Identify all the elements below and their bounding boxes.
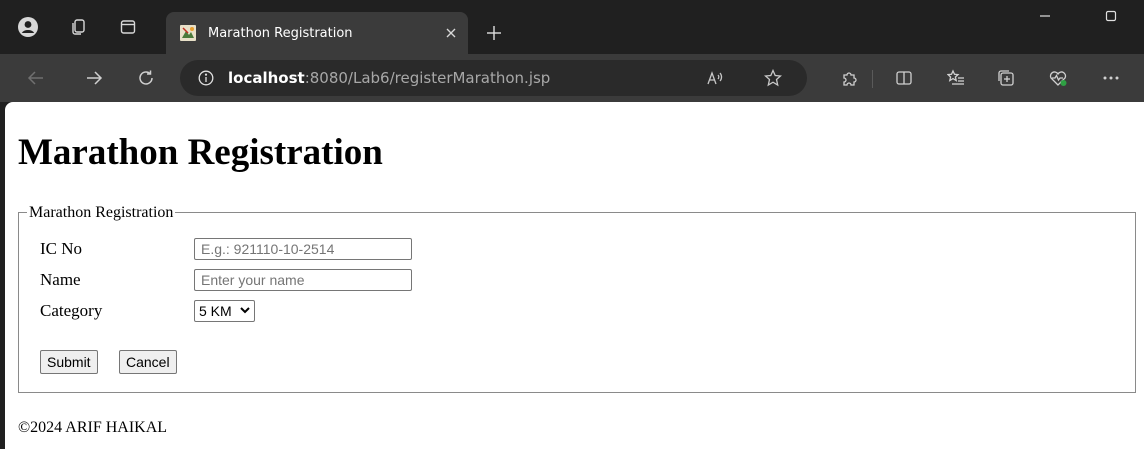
minimize-icon	[1040, 15, 1050, 17]
toolbar-separator	[872, 70, 873, 88]
favicon	[180, 25, 196, 41]
category-row: Category 5 KM	[40, 299, 255, 323]
new-tab-button[interactable]	[476, 12, 512, 54]
chevron-down-icon	[239, 306, 250, 317]
refresh-button[interactable]	[128, 62, 164, 94]
ic-no-input[interactable]	[194, 238, 412, 260]
extensions-icon	[843, 72, 857, 86]
cancel-button[interactable]: Cancel	[119, 350, 177, 374]
extensions-button[interactable]	[832, 62, 868, 94]
browser-essentials-icon	[1049, 71, 1067, 86]
more-button[interactable]	[1093, 62, 1129, 94]
favorites-icon	[947, 69, 964, 85]
refresh-icon	[139, 70, 153, 85]
profile-icon	[18, 17, 38, 37]
maximize-icon	[1105, 10, 1117, 22]
browser-essentials-button[interactable]	[1040, 62, 1076, 94]
page-content: Marathon Registration Marathon Registrat…	[5, 102, 1144, 449]
ic-no-row: IC No	[40, 237, 412, 261]
maximize-button[interactable]	[1088, 0, 1134, 32]
category-label: Category	[40, 301, 103, 320]
browser-chrome: Marathon Registration localhost:8080/Lab…	[0, 0, 1144, 102]
info-icon	[198, 70, 214, 86]
collections-button[interactable]	[988, 62, 1024, 94]
read-aloud-icon	[707, 71, 723, 85]
tab-marathon-registration[interactable]: Marathon Registration	[166, 12, 468, 54]
name-row: Name	[40, 268, 412, 292]
minimize-button[interactable]	[1022, 0, 1068, 32]
plus-icon	[487, 26, 501, 40]
name-label: Name	[40, 270, 81, 289]
address-bar[interactable]: localhost:8080/Lab6/registerMarathon.jsp	[180, 60, 807, 96]
workspaces-icon	[72, 19, 85, 35]
favorite-button[interactable]	[755, 60, 791, 96]
favorites-button[interactable]	[938, 62, 974, 94]
tab-title: Marathon Registration	[208, 25, 353, 41]
tab-bar: Marathon Registration	[0, 0, 1144, 54]
tab-actions-icon	[120, 20, 136, 34]
submit-button[interactable]: Submit	[40, 350, 98, 374]
tab-close-button[interactable]	[434, 19, 468, 47]
name-input[interactable]	[194, 269, 412, 291]
url-path: :8080/Lab6/registerMarathon.jsp	[304, 69, 551, 87]
category-select[interactable]: 5 KM	[194, 300, 255, 322]
footer-copyright: ©2024 ARIF HAIKAL	[18, 419, 168, 436]
split-screen-icon	[896, 71, 912, 85]
split-screen-button[interactable]	[886, 62, 922, 94]
profile-button[interactable]	[8, 0, 48, 54]
back-icon	[27, 71, 43, 85]
more-icon	[1103, 76, 1119, 80]
url-text: localhost:8080/Lab6/registerMarathon.jsp	[228, 69, 550, 87]
category-selected-value: 5 KM	[199, 303, 232, 319]
browser-toolbar: localhost:8080/Lab6/registerMarathon.jsp	[0, 54, 1144, 102]
close-icon	[446, 28, 456, 38]
registration-fieldset: Marathon Registration IC No Name Categor…	[18, 204, 1136, 393]
favorite-star-icon	[764, 69, 782, 87]
fieldset-legend: Marathon Registration	[27, 204, 176, 222]
forward-icon	[87, 71, 103, 85]
workspaces-button[interactable]	[58, 0, 98, 54]
back-button[interactable]	[18, 62, 54, 94]
forward-button[interactable]	[76, 62, 112, 94]
page-title: Marathon Registration	[18, 132, 383, 173]
tab-actions-button[interactable]	[108, 0, 148, 54]
url-host: localhost	[228, 69, 305, 87]
ic-no-label: IC No	[40, 239, 83, 258]
site-info-button[interactable]	[188, 70, 224, 86]
collections-icon	[998, 70, 1014, 86]
read-aloud-button[interactable]	[698, 60, 734, 96]
